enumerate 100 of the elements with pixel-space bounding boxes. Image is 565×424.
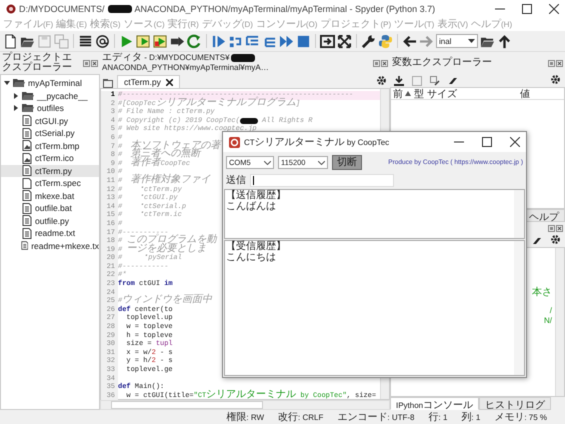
settings-icon[interactable] [376,75,387,86]
debug-icon[interactable] [211,34,226,48]
chevron-icon [318,160,325,164]
console-text: / [550,306,552,316]
rerun-icon[interactable] [187,34,202,48]
import-icon[interactable] [394,76,404,86]
settings-icon[interactable] [550,74,561,85]
scrollbar[interactable] [100,400,390,410]
expanded-arrow-icon[interactable] [4,80,10,86]
tree-row[interactable]: outfiles [1,102,99,114]
tree-row[interactable]: readme.txt [1,227,99,240]
scrollbar[interactable] [514,190,524,238]
history-line: こんばんは [226,201,277,212]
save-as-icon[interactable] [430,76,440,86]
settings-icon[interactable] [550,234,561,245]
continue-icon[interactable] [279,34,294,48]
app-icon [6,4,16,14]
new-file-icon[interactable] [3,34,18,48]
tree-row[interactable]: ctTerm.ico [1,152,99,164]
close-icon[interactable] [556,224,563,232]
tree-row[interactable]: ctTerm.py [1,164,99,177]
python-logo-icon[interactable] [378,34,393,48]
disconnect-button[interactable]: 切断 [332,155,362,170]
tree-item-label: outfile.bat [35,203,72,214]
sent-history-box[interactable]: 【送信履歴】 こんばんは [224,189,525,239]
tree-row[interactable]: outfile.bat [1,202,99,214]
close-icon[interactable] [549,4,559,14]
scrollbar[interactable] [514,241,524,375]
tree-row[interactable]: __pycache__ [1,90,99,102]
tab-list-icon[interactable] [103,79,113,88]
text-file-icon [22,128,32,139]
tree-row[interactable]: outfile.py [1,214,99,227]
list-icon[interactable] [78,34,93,48]
close-icon[interactable] [556,60,563,66]
close-icon[interactable] [510,137,520,147]
send-label: 送信 [226,174,246,187]
pane-title: ANACONDA_PYTHON¥myApTerminal¥myA… [102,63,269,73]
received-history-box[interactable]: 【受信履歴】 こんにちは [224,240,525,376]
maximize-icon[interactable] [482,137,492,147]
text-file-icon [22,228,32,239]
column-header[interactable]: 前 [393,86,411,100]
tree-item-label: outfiles [37,103,64,114]
run-cell-advance-icon[interactable] [153,34,168,48]
close-icon[interactable] [91,60,98,66]
at-sign-icon[interactable] [95,34,110,48]
blank-file-icon [22,178,32,189]
step-into-icon[interactable] [245,34,260,48]
column-header[interactable]: サイズ [427,86,457,100]
redaction-bar [108,4,132,12]
pane-tab[interactable]: ヒストリログ [479,397,552,410]
send-input[interactable] [250,174,394,186]
tree-item-label: ctTerm.py [35,166,72,176]
fullscreen-icon[interactable] [337,34,352,48]
back-arrow-icon[interactable] [402,34,417,48]
up-arrow-icon[interactable] [497,34,512,48]
path-combo[interactable]: inal [436,34,478,48]
dropdown-icon[interactable] [468,38,475,44]
tree-item-label: ctGUI.py [35,116,68,126]
tree-row[interactable]: readme+mkexe.tx [1,240,99,252]
text-file-icon [22,202,32,214]
folder-icon [13,78,25,88]
wrench-icon[interactable] [361,34,376,48]
folder-icon [22,103,34,114]
tree-row[interactable]: ctSerial.py [1,127,99,140]
tree-item-label: __pycache__ [37,90,88,101]
undock-icon[interactable] [548,60,555,66]
close-icon[interactable] [381,60,388,66]
scrollbar[interactable] [555,248,564,396]
sort-caret-icon [405,91,411,96]
maximize-icon[interactable] [522,4,532,14]
status-item: 権限: RW [226,410,264,424]
window-title: ANACONDA_PYTHON/myApTerminal/myApTerminal - Spyder (Python 3.7) [134,4,436,14]
run-cell-icon[interactable] [136,34,151,48]
console-text: 本さ [532,288,552,298]
tree-row[interactable]: mkexe.bat [1,190,99,202]
tree-item-label: ctTerm.spec [35,178,81,188]
chevron-icon [264,160,271,164]
text-file-icon [22,190,32,202]
column-header[interactable]: 値 [520,86,530,100]
undock-icon[interactable] [373,60,380,66]
undock-icon[interactable] [548,224,555,232]
text-file-icon [22,115,32,126]
tree-row[interactable]: ctTerm.bmp [1,140,99,152]
file-tab[interactable]: ctTerm.py [117,75,180,88]
stop-icon[interactable] [296,34,311,48]
tree-row[interactable]: ctTerm.spec [1,177,99,190]
pane-title: 変数エクスプローラー [392,58,493,68]
column-header[interactable]: 型 [414,86,424,100]
close-icon[interactable] [166,78,173,86]
run-icon[interactable] [119,34,134,48]
pane-tab[interactable]: IPythonコンソール [390,397,480,410]
status-item: エンコード: UTF-8 [337,411,414,424]
history-line: 【受信履歴】 [226,241,287,252]
tree-row[interactable]: ctGUI.py [1,114,99,127]
tree-row[interactable]: myApTerminal [1,77,99,90]
undock-icon[interactable] [83,60,90,66]
tree-item-label: readme+mkexe.tx [31,240,99,251]
maximize-pane-icon[interactable] [320,34,335,48]
image-file-icon [22,152,32,164]
tree-item-label: ctSerial.py [35,128,75,138]
